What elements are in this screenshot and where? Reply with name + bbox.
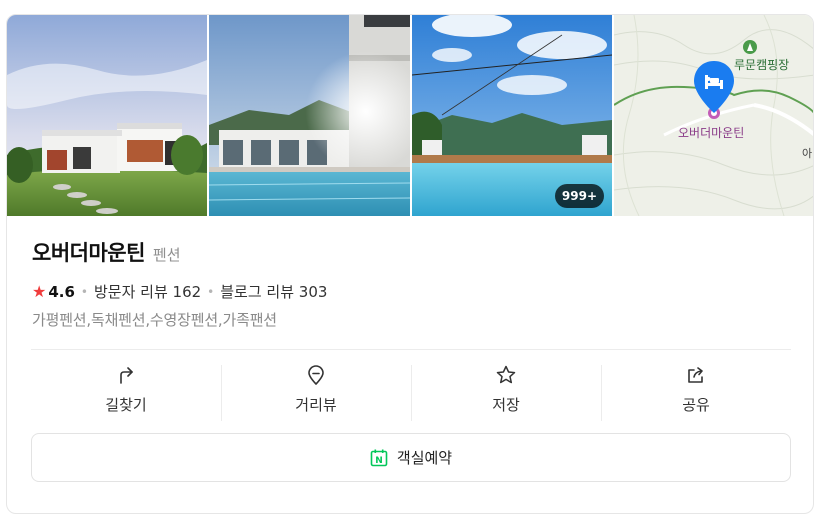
action-bar: 길찾기 거리뷰 저장 공유	[31, 355, 791, 423]
star-outline-icon	[496, 365, 516, 383]
photo-2[interactable]	[209, 15, 410, 216]
divider	[31, 349, 791, 350]
reservation-label: 객실예약	[396, 449, 453, 467]
map-pin-icon	[694, 61, 734, 113]
blog-reviews-link[interactable]: 블로그 리뷰 303	[220, 281, 327, 302]
separator-dot: •	[207, 284, 215, 299]
tag-list: 가평펜션,독채펜션,수영장펜션,가족팬션	[32, 311, 277, 329]
room-reservation-button[interactable]: N 객실예약	[31, 433, 791, 482]
place-name[interactable]: 오버더마운틴	[32, 237, 145, 267]
photo-strip: 999+ 루문캠핑장 오버더마운틴 아	[7, 15, 813, 216]
map-place-label: 오버더마운틴	[678, 126, 745, 140]
naver-booking-icon: N	[370, 449, 388, 466]
location-pin-icon	[308, 364, 324, 385]
directions-button[interactable]: 길찾기	[31, 355, 221, 423]
directions-icon	[120, 366, 133, 384]
title-row: 오버더마운틴 펜션	[32, 237, 181, 267]
map-image	[614, 15, 813, 216]
save-label: 저장	[492, 395, 520, 414]
place-card: 999+ 루문캠핑장 오버더마운틴 아 오버더마운틴 펜션 ★ 4.6 • 방문…	[6, 14, 814, 514]
place-category: 펜션	[152, 246, 181, 264]
map-edge-label: 아	[802, 147, 813, 160]
location-map[interactable]: 루문캠핑장 오버더마운틴 아	[614, 15, 813, 216]
photo-1-image	[7, 15, 207, 216]
photo-2-image	[209, 15, 410, 216]
naver-badge-text: N	[375, 456, 383, 466]
share-icon	[688, 366, 703, 383]
photo-3[interactable]: 999+	[412, 15, 612, 216]
directions-label: 길찾기	[105, 395, 147, 414]
save-button[interactable]: 저장	[411, 355, 601, 423]
photo-1[interactable]	[7, 15, 207, 216]
street-view-label: 거리뷰	[295, 395, 337, 414]
share-button[interactable]: 공유	[601, 355, 791, 423]
photo-count-badge[interactable]: 999+	[554, 184, 604, 208]
street-view-button[interactable]: 거리뷰	[221, 355, 411, 423]
star-icon: ★	[32, 282, 47, 301]
visitor-reviews-link[interactable]: 방문자 리뷰 162	[94, 281, 201, 302]
rating-value: 4.6	[48, 282, 75, 301]
map-campsite-label: 루문캠핑장	[734, 58, 790, 72]
share-label: 공유	[682, 395, 710, 414]
separator-dot: •	[80, 284, 88, 299]
review-row: ★ 4.6 • 방문자 리뷰 162 • 블로그 리뷰 303	[32, 281, 327, 302]
